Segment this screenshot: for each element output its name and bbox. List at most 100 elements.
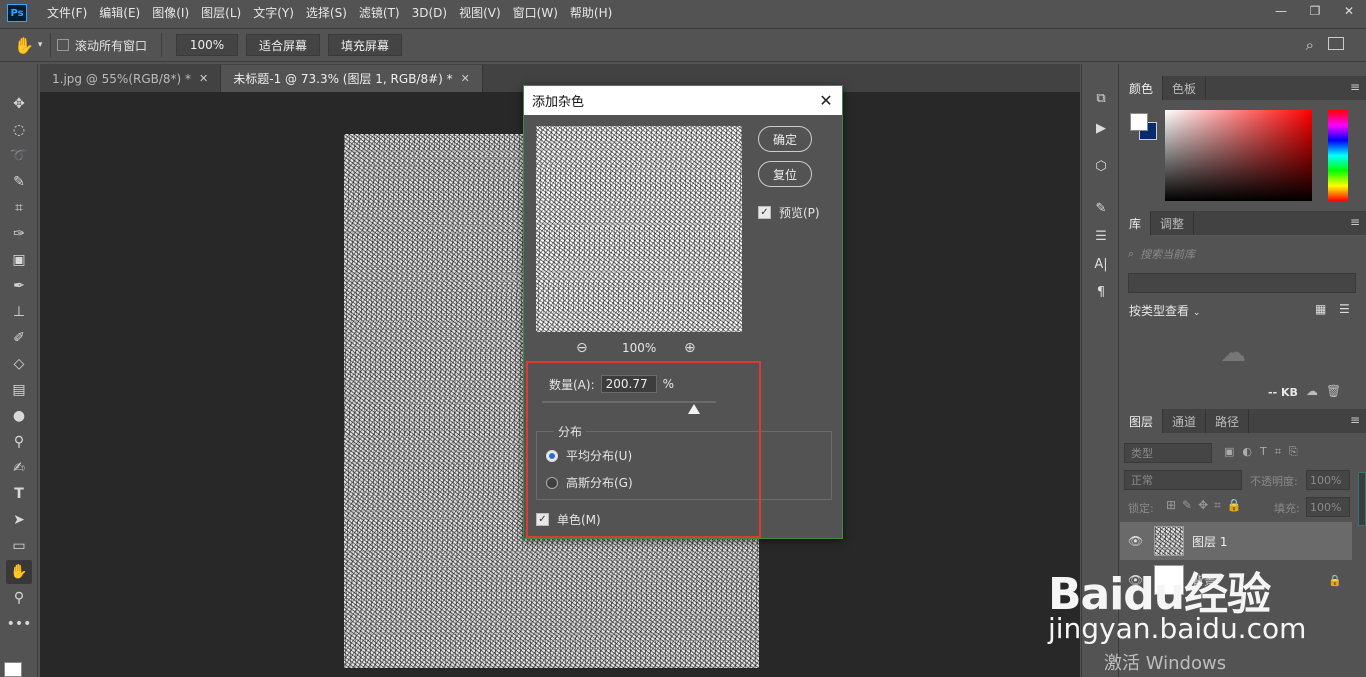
- hand-tool-icon[interactable]: ✋: [6, 560, 32, 584]
- lock-icons[interactable]: ⊞✎✥⌗🔒: [1166, 498, 1248, 513]
- filter-preview[interactable]: [536, 126, 742, 332]
- move-tool-icon[interactable]: ✥: [6, 92, 32, 116]
- library-dropdown[interactable]: [1128, 273, 1356, 293]
- zoom-in-icon[interactable]: ⊕: [684, 340, 696, 356]
- amount-slider-track[interactable]: [542, 401, 716, 403]
- eraser-tool-icon[interactable]: ◇: [6, 352, 32, 376]
- uniform-option[interactable]: 平均分布(U): [546, 447, 632, 464]
- tab-untitled-1[interactable]: 未标题-1 @ 73.3% (图层 1, RGB/8#) * ✕: [221, 65, 483, 92]
- stamp-tool-icon[interactable]: ⊥: [6, 300, 32, 324]
- tab-channels[interactable]: 通道: [1163, 409, 1207, 433]
- close-icon[interactable]: ✕: [461, 72, 470, 85]
- menu-select[interactable]: 选择(S): [300, 0, 353, 26]
- zoom-out-icon[interactable]: ⊖: [576, 340, 588, 356]
- paragraph-icon[interactable]: ¶: [1091, 282, 1111, 302]
- brush-tool-icon[interactable]: ✒: [6, 274, 32, 298]
- tab-layers[interactable]: 图层: [1120, 409, 1164, 433]
- path-select-tool-icon[interactable]: ➤: [6, 508, 32, 532]
- tab-library[interactable]: 库: [1120, 211, 1152, 235]
- list-view-icon[interactable]: ☰: [1339, 302, 1350, 316]
- eyedropper-tool-icon[interactable]: ✑: [6, 222, 32, 246]
- dodge-tool-icon[interactable]: ⚲: [6, 430, 32, 454]
- workspace-icon[interactable]: [1328, 37, 1344, 50]
- panel-menu-icon[interactable]: ≡: [1350, 80, 1360, 94]
- gaussian-radio[interactable]: [546, 476, 558, 489]
- type-tool-icon[interactable]: T: [6, 482, 32, 506]
- brush-settings-icon[interactable]: ✎: [1091, 198, 1111, 218]
- monochromatic-option[interactable]: ✓ 单色(M): [536, 511, 601, 528]
- history-icon[interactable]: ⧉: [1091, 88, 1111, 108]
- close-icon[interactable]: ✕: [199, 72, 208, 85]
- rectangle-tool-icon[interactable]: ▭: [6, 534, 32, 558]
- layer-row-1[interactable]: 👁 图层 1: [1120, 522, 1352, 560]
- close-icon[interactable]: ✕: [816, 90, 836, 110]
- 3d-icon[interactable]: ⬡: [1091, 156, 1111, 176]
- tab-1jpg[interactable]: 1.jpg @ 55%(RGB/8*) * ✕: [40, 65, 222, 92]
- actions-play-icon[interactable]: ▶: [1091, 118, 1111, 138]
- menu-3d[interactable]: 3D(D): [406, 0, 453, 26]
- menu-layer[interactable]: 图层(L): [195, 0, 247, 26]
- healing-brush-tool-icon[interactable]: ▣: [6, 248, 32, 272]
- quick-select-tool-icon[interactable]: ✎: [6, 170, 32, 194]
- foreground-color-swatch[interactable]: [4, 662, 22, 677]
- visibility-eye-icon[interactable]: 👁: [1128, 534, 1143, 548]
- photoshop-logo[interactable]: Ps: [7, 4, 27, 22]
- menu-edit[interactable]: 编辑(E): [93, 0, 146, 26]
- panel-menu-icon[interactable]: ≡: [1350, 215, 1360, 229]
- more-tools-icon[interactable]: •••: [6, 612, 32, 636]
- menu-view[interactable]: 视图(V): [453, 0, 507, 26]
- menu-image[interactable]: 图像(I): [146, 0, 195, 26]
- pen-tool-icon[interactable]: ✍: [6, 456, 32, 480]
- view-by-type[interactable]: 按类型查看 ⌄: [1129, 302, 1200, 319]
- reset-button[interactable]: 复位: [758, 161, 812, 187]
- menu-help[interactable]: 帮助(H): [564, 0, 618, 26]
- opacity-input[interactable]: 100%: [1306, 470, 1350, 490]
- search-icon[interactable]: ⌕: [1306, 36, 1314, 54]
- scrollbar[interactable]: [1358, 472, 1366, 526]
- library-search[interactable]: ⌕ 搜索当前库: [1128, 246, 1358, 262]
- preview-toggle[interactable]: ✓ 预览(P): [758, 204, 820, 221]
- character-icon[interactable]: A|: [1091, 254, 1111, 274]
- preview-checkbox[interactable]: ✓: [758, 206, 771, 219]
- blend-mode-select[interactable]: 正常: [1124, 470, 1242, 490]
- panel-menu-icon[interactable]: ≡: [1350, 413, 1360, 427]
- tab-swatches[interactable]: 色板: [1163, 76, 1207, 100]
- close-icon[interactable]: ✕: [1332, 0, 1366, 22]
- color-picker-field[interactable]: [1165, 110, 1312, 201]
- zoom-100-button[interactable]: 100%: [176, 34, 239, 56]
- trash-icon[interactable]: 🗑: [1326, 384, 1341, 398]
- crop-tool-icon[interactable]: ⌗: [6, 196, 32, 220]
- foreground-color-swatch[interactable]: [1130, 113, 1148, 131]
- menu-file[interactable]: 文件(F): [41, 0, 93, 26]
- blur-tool-icon[interactable]: ●: [6, 404, 32, 428]
- zoom-tool-icon[interactable]: ⚲: [6, 586, 32, 610]
- ok-button[interactable]: 确定: [758, 126, 812, 152]
- gaussian-option[interactable]: 高斯分布(G): [546, 474, 633, 491]
- tab-adjustments[interactable]: 调整: [1151, 211, 1195, 235]
- monochromatic-checkbox[interactable]: ✓: [536, 513, 549, 526]
- hue-slider[interactable]: [1328, 110, 1348, 201]
- marquee-tool-icon[interactable]: ◌: [6, 118, 32, 142]
- adjust-sliders-icon[interactable]: ☰: [1091, 226, 1111, 246]
- hand-tool-preset-icon[interactable]: ✋ ▾: [14, 36, 44, 55]
- grid-view-icon[interactable]: ▦: [1315, 302, 1326, 316]
- layer-filter-icons[interactable]: ▣◐T⌗⎘: [1224, 445, 1306, 459]
- menu-window[interactable]: 窗口(W): [507, 0, 564, 26]
- tab-paths[interactable]: 路径: [1206, 409, 1250, 433]
- history-brush-tool-icon[interactable]: ✐: [6, 326, 32, 350]
- gradient-tool-icon[interactable]: ▤: [6, 378, 32, 402]
- lasso-tool-icon[interactable]: ➰: [6, 144, 32, 168]
- menu-filter[interactable]: 滤镜(T): [353, 0, 406, 26]
- tab-color[interactable]: 颜色: [1120, 76, 1164, 100]
- minimize-icon[interactable]: —: [1264, 0, 1298, 22]
- amount-slider-handle[interactable]: [688, 404, 701, 414]
- menu-type[interactable]: 文字(Y): [247, 0, 300, 26]
- uniform-radio[interactable]: [546, 449, 558, 462]
- fill-screen-button[interactable]: 填充屏幕: [328, 34, 403, 56]
- scroll-all-windows-checkbox[interactable]: [57, 39, 69, 51]
- restore-icon[interactable]: ❐: [1298, 0, 1332, 22]
- cloud-sync-icon[interactable]: ☁: [1306, 384, 1318, 398]
- amount-input[interactable]: 200.77: [600, 375, 657, 393]
- layer-kind-filter[interactable]: 类型: [1124, 443, 1212, 463]
- fill-input[interactable]: 100%: [1306, 497, 1350, 517]
